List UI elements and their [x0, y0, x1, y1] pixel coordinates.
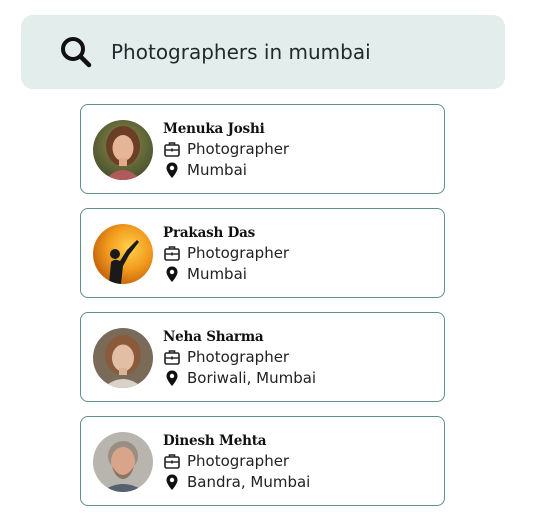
- briefcase-icon: [164, 142, 180, 157]
- location-pin-icon: [166, 162, 178, 178]
- search-input[interactable]: Photographers in mumbai: [111, 38, 371, 66]
- avatar: [93, 120, 153, 180]
- search-bar[interactable]: Photographers in mumbai: [21, 15, 505, 89]
- location-row: Mumbai: [163, 265, 247, 283]
- avatar: [93, 224, 153, 284]
- profession-text: Photographer: [187, 244, 290, 262]
- briefcase-icon: [164, 350, 180, 365]
- avatar: [93, 328, 153, 388]
- briefcase-icon: [164, 246, 180, 261]
- location-text: Bandra, Mumbai: [187, 473, 311, 491]
- result-card[interactable]: Dinesh Mehta Photographer Bandra, Mumbai: [80, 416, 445, 506]
- profession-text: Photographer: [187, 140, 290, 158]
- location-text: Mumbai: [187, 161, 247, 179]
- location-text: Mumbai: [187, 265, 247, 283]
- profession-row: Photographer: [163, 452, 289, 470]
- result-name: Dinesh Mehta: [163, 433, 267, 449]
- result-card[interactable]: Neha Sharma Photographer Boriwali, Mumba…: [80, 312, 445, 402]
- location-text: Boriwali, Mumbai: [187, 369, 317, 387]
- result-card[interactable]: Prakash Das Photographer Mumbai: [80, 208, 445, 298]
- profession-row: Photographer: [163, 244, 289, 262]
- location-pin-icon: [166, 474, 178, 490]
- profession-row: Photographer: [163, 348, 289, 366]
- avatar: [93, 432, 153, 492]
- profession-text: Photographer: [187, 348, 290, 366]
- location-row: Mumbai: [163, 161, 247, 179]
- result-name: Neha Sharma: [163, 329, 264, 345]
- location-row: Boriwali, Mumbai: [163, 369, 316, 387]
- result-name: Prakash Das: [163, 225, 256, 241]
- result-card[interactable]: Menuka Joshi Photographer Mumbai: [80, 104, 445, 194]
- profession-row: Photographer: [163, 140, 289, 158]
- location-row: Bandra, Mumbai: [163, 473, 310, 491]
- location-pin-icon: [166, 266, 178, 282]
- search-icon[interactable]: [59, 35, 93, 69]
- profession-text: Photographer: [187, 452, 290, 470]
- briefcase-icon: [164, 454, 180, 469]
- location-pin-icon: [166, 370, 178, 386]
- result-name: Menuka Joshi: [163, 121, 265, 137]
